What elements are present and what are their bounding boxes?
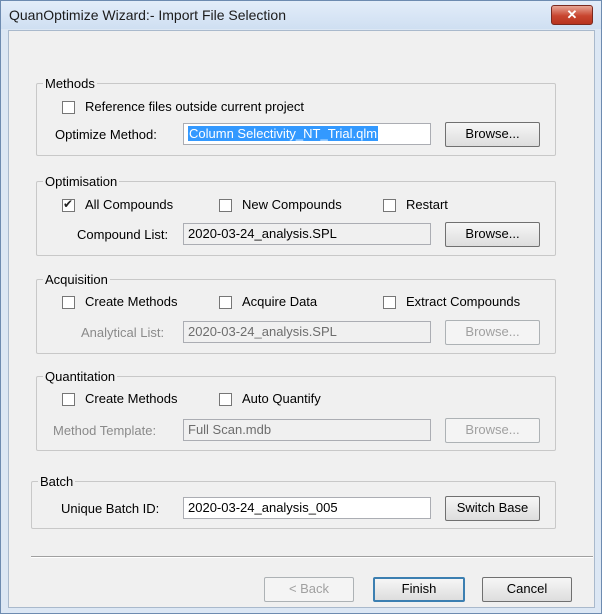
dialog-body: Methods Reference files outside current … (8, 30, 595, 608)
restart-label: Restart (406, 197, 448, 212)
switch-base-button[interactable]: Switch Base (445, 496, 540, 521)
optimize-method-value: Column Selectivity_NT_Trial.qlm (188, 126, 379, 141)
close-button[interactable]: ✕ (551, 5, 593, 25)
footer-divider (31, 556, 593, 558)
acquisition-legend: Acquisition (45, 272, 108, 287)
acquire-data-label: Acquire Data (242, 294, 318, 309)
auto-quantify-checkbox[interactable] (219, 393, 232, 406)
batch-id-label: Unique Batch ID: (61, 501, 160, 516)
acquire-data-checkbox[interactable] (219, 296, 232, 309)
methods-browse-button[interactable]: Browse... (445, 122, 540, 147)
all-compounds-label: All Compounds (85, 197, 174, 212)
wizard-window: QuanOptimize Wizard:- Import File Select… (0, 0, 602, 614)
compound-list-label: Compound List: (77, 227, 169, 242)
finish-button[interactable]: Finish (373, 577, 465, 602)
restart-checkbox[interactable] (383, 199, 396, 212)
cancel-button[interactable]: Cancel (482, 577, 572, 602)
method-template-field[interactable]: Full Scan.mdb (183, 419, 431, 441)
quantitation-legend: Quantitation (45, 369, 116, 384)
quant-create-methods-label: Create Methods (85, 391, 178, 406)
quantitation-browse-button[interactable]: Browse... (445, 418, 540, 443)
all-compounds-checkbox[interactable] (62, 197, 75, 212)
methods-legend: Methods (45, 76, 95, 91)
ref-files-label: Reference files outside current project (85, 99, 304, 114)
batch-legend: Batch (40, 474, 74, 489)
ref-files-checkbox[interactable] (62, 101, 75, 114)
batch-id-field[interactable]: 2020-03-24_analysis_005 (183, 497, 431, 519)
optimize-method-label: Optimize Method: (55, 127, 157, 142)
compound-list-field[interactable]: 2020-03-24_analysis.SPL (183, 223, 431, 245)
new-compounds-checkbox[interactable] (219, 199, 232, 212)
quant-create-methods-checkbox[interactable] (62, 393, 75, 406)
optimize-method-field[interactable]: Column Selectivity_NT_Trial.qlm (183, 123, 431, 145)
acquisition-browse-button[interactable]: Browse... (445, 320, 540, 345)
auto-quantify-label: Auto Quantify (242, 391, 321, 406)
extract-compounds-label: Extract Compounds (406, 294, 521, 309)
optimisation-legend: Optimisation (45, 174, 118, 189)
analytical-list-field[interactable]: 2020-03-24_analysis.SPL (183, 321, 431, 343)
acq-create-methods-checkbox[interactable] (62, 296, 75, 309)
window-title: QuanOptimize Wizard:- Import File Select… (9, 7, 286, 23)
analytical-list-label: Analytical List: (81, 325, 165, 340)
new-compounds-label: New Compounds (242, 197, 342, 212)
back-button[interactable]: < Back (264, 577, 354, 602)
close-icon: ✕ (566, 7, 578, 22)
acq-create-methods-label: Create Methods (85, 294, 178, 309)
title-bar[interactable]: QuanOptimize Wizard:- Import File Select… (1, 1, 601, 29)
method-template-label: Method Template: (53, 423, 157, 438)
optimisation-browse-button[interactable]: Browse... (445, 222, 540, 247)
extract-compounds-checkbox[interactable] (383, 296, 396, 309)
